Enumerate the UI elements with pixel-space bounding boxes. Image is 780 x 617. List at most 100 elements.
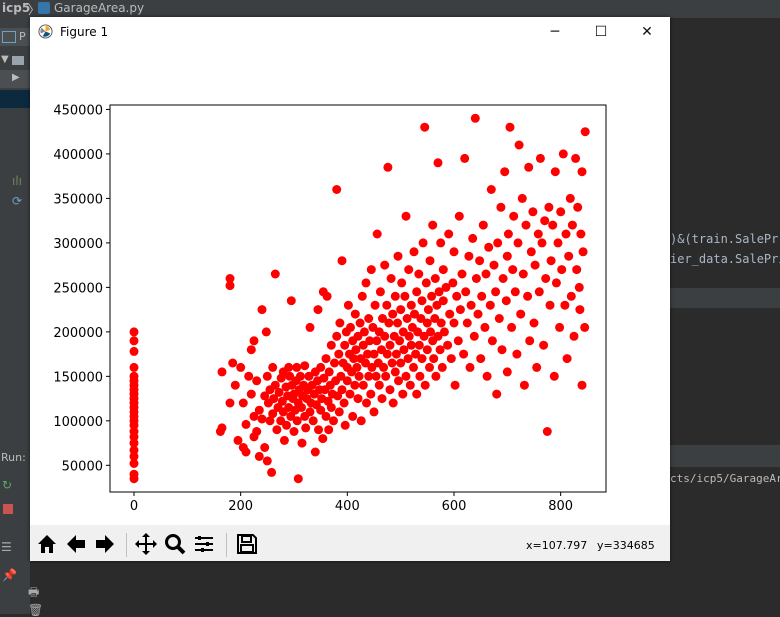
file-crumb[interactable]: GarageArea.py xyxy=(54,1,144,15)
data-point xyxy=(469,331,479,341)
data-point xyxy=(401,211,411,221)
subplots-button[interactable] xyxy=(191,531,217,557)
data-point xyxy=(556,207,566,217)
figure-window: Figure 1 ─ ☐ ✕ 0 200 400 600 800 50000 100000 1… xyxy=(30,17,670,561)
data-point xyxy=(509,211,519,221)
data-point xyxy=(359,327,369,337)
run-label-text: Run: xyxy=(1,451,26,464)
data-point xyxy=(366,265,376,275)
tree-row[interactable]: ▼ xyxy=(0,52,30,70)
data-point xyxy=(519,380,529,390)
navigation-toolbar: x=107.797 y=334685 xyxy=(30,525,670,561)
y-tick-label: 450000 xyxy=(53,103,103,118)
code-line-2[interactable]: ier_data.SalePri xyxy=(670,252,780,266)
data-point xyxy=(496,202,506,212)
data-point xyxy=(393,251,403,261)
data-point xyxy=(545,300,555,310)
data-point xyxy=(551,278,561,288)
data-point xyxy=(476,354,486,364)
x-tick-label: 800 xyxy=(548,499,573,514)
data-point xyxy=(398,389,408,399)
forward-button[interactable] xyxy=(92,531,118,557)
subplots-icon xyxy=(195,536,213,552)
ide-project-panel: P ▼ ▶ ılı ⟳ xyxy=(0,18,30,614)
data-point xyxy=(405,380,415,390)
data-point xyxy=(450,380,460,390)
code-line-1[interactable]: )&(train.SalePr xyxy=(670,232,778,246)
data-point xyxy=(330,358,339,368)
data-point xyxy=(257,305,267,315)
data-point xyxy=(528,207,538,217)
scatter-plot[interactable]: 0 200 400 600 800 50000 100000 150000 200000 2500… xyxy=(30,47,670,525)
data-point xyxy=(401,371,411,381)
data-point xyxy=(475,256,485,266)
python-file-icon xyxy=(38,2,50,14)
y-tick-label: 100000 xyxy=(53,415,103,430)
data-point xyxy=(561,229,571,239)
zoom-button[interactable] xyxy=(162,531,188,557)
data-point xyxy=(404,265,414,275)
data-point xyxy=(292,416,302,426)
home-button[interactable] xyxy=(34,531,60,557)
data-point xyxy=(257,414,267,424)
data-point xyxy=(346,322,355,332)
project-tab[interactable]: P xyxy=(0,28,30,46)
y-tick-label: 300000 xyxy=(53,237,103,252)
data-point xyxy=(544,202,554,212)
data-point xyxy=(526,247,536,257)
folder-icon xyxy=(12,56,24,65)
data-point xyxy=(385,340,395,350)
print-icon[interactable]: 🖶 xyxy=(28,583,39,604)
close-button[interactable]: ✕ xyxy=(624,17,670,47)
data-point xyxy=(505,122,515,132)
data-point xyxy=(446,354,456,364)
data-point xyxy=(129,346,139,356)
data-point xyxy=(268,362,278,372)
data-point xyxy=(409,362,418,372)
project-crumb[interactable]: icp5 xyxy=(2,1,30,15)
data-point xyxy=(217,423,227,433)
tree-row-highlight[interactable] xyxy=(0,90,30,108)
data-point xyxy=(470,113,480,123)
data-point xyxy=(420,380,430,390)
data-point xyxy=(397,278,407,288)
stop-icon[interactable] xyxy=(3,504,13,514)
data-point xyxy=(292,362,302,372)
data-point xyxy=(436,318,446,328)
data-point xyxy=(384,318,394,328)
data-point xyxy=(362,398,371,408)
minimize-button[interactable]: ─ xyxy=(532,17,578,47)
data-point xyxy=(324,367,334,377)
layout-icon[interactable]: ☰ xyxy=(1,540,12,554)
pin-icon[interactable]: 📌 xyxy=(2,568,17,582)
data-point xyxy=(480,322,490,332)
title-bar[interactable]: Figure 1 ─ ☐ ✕ xyxy=(30,17,670,47)
save-button[interactable] xyxy=(234,531,260,557)
tree-row-selected[interactable]: ▶ xyxy=(0,70,30,88)
data-point xyxy=(267,467,277,477)
data-point xyxy=(318,434,328,444)
data-point xyxy=(502,251,512,261)
data-point xyxy=(340,340,350,350)
back-button[interactable] xyxy=(63,531,89,557)
toolbar-separator xyxy=(226,533,227,557)
data-point xyxy=(529,318,539,328)
data-point xyxy=(396,305,406,315)
data-point xyxy=(254,405,264,415)
editor-divider xyxy=(670,288,780,308)
data-point xyxy=(578,247,588,257)
maximize-button[interactable]: ☐ xyxy=(578,17,624,47)
data-point xyxy=(580,127,590,137)
data-point xyxy=(437,362,447,372)
data-point xyxy=(412,389,422,399)
data-point xyxy=(329,416,338,426)
trash-icon[interactable]: 🗑 xyxy=(28,603,43,617)
rerun-icon[interactable]: ↻ xyxy=(2,478,12,492)
pan-button[interactable] xyxy=(133,531,159,557)
data-point xyxy=(532,362,542,372)
data-point xyxy=(388,398,398,408)
data-point xyxy=(390,367,400,377)
data-point xyxy=(516,309,526,319)
data-point xyxy=(512,349,522,359)
data-point xyxy=(438,265,448,275)
